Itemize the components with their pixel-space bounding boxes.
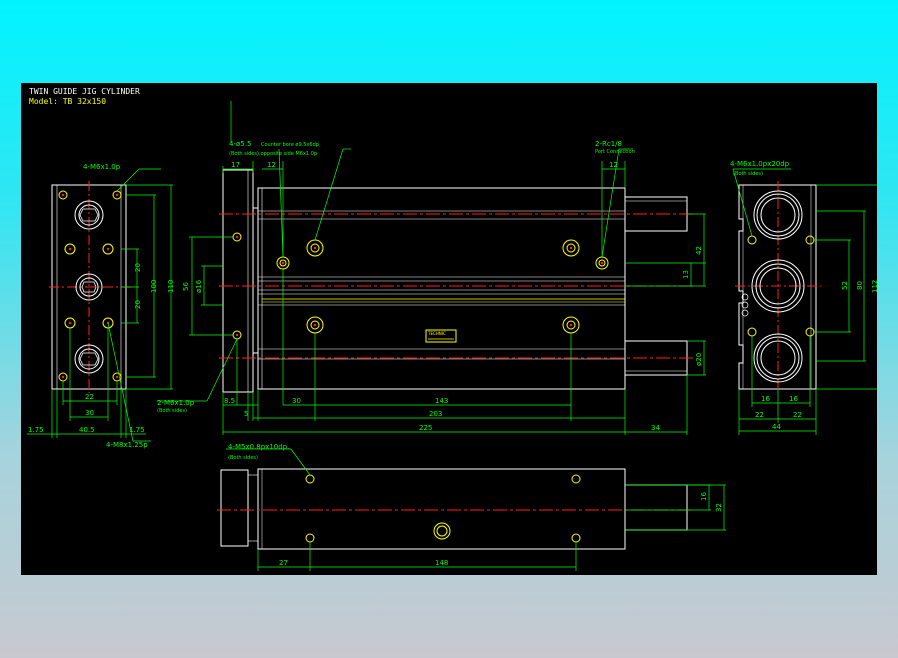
left-dim-lines [27,168,173,442]
left-end-view: 4-M6x1.0p 4-M8x1.25p 20 20 100 110 22 30… [27,163,175,449]
left-dim-1-75-left: 1.75 [28,426,44,434]
left-dim-20b: 20 [134,300,142,309]
left-dim-30: 30 [85,409,94,417]
right-dim-22b: 22 [793,411,802,419]
front-nameplate-text: TECHNIC [427,331,446,336]
bottom-holes [305,474,581,543]
right-dim-52: 52 [841,281,849,290]
cad-drawing-canvas: TWIN GUIDE JIG CYLINDER Model: TB 32x150 [21,83,877,575]
front-dim-34: 34 [651,424,660,432]
left-callout-top: 4-M6x1.0p [83,163,121,171]
right-callout: 4-M6x1.0px20dp [730,160,790,168]
right-dim-22a: 22 [755,411,764,419]
front-dim-12a: 12 [267,161,276,169]
front-dim-8-5: 8.5 [224,397,235,405]
front-side-view: TECHNIC 4-ø5.5 Counter bore ø9.5x6dp (Bo… [157,101,706,435]
front-callout-port: 2-Rc1/8 [595,140,622,148]
left-dim-40-5: 40.5 [79,426,95,434]
bottom-dim-27: 27 [279,559,288,567]
front-dim-56: 56 [182,282,190,291]
bottom-dim-148: 148 [435,559,448,567]
bottom-end-cap [220,469,249,547]
front-dim-12b: 12 [609,161,618,169]
bottom-dim-16: 16 [700,492,708,501]
front-callout-cbore-note: Counter bore ø9.5x6dp [261,142,319,148]
right-dim-112: 112 [871,280,877,293]
front-dim-203: 203 [429,410,442,418]
left-dim-1-75-right: 1.75 [129,426,145,434]
bottom-callout: 4-M5x0.8px10dp. [228,443,289,451]
front-dim-dia16: ø16 [195,279,203,293]
right-callout-note: (Both sides) [733,171,763,177]
left-callout-bottom: 4-M8x1.25p [106,441,148,449]
left-dim-22: 22 [85,393,94,401]
front-dim-42: 42 [695,246,703,255]
left-lower-bore [74,344,104,374]
right-dim-16b: 16 [789,395,798,403]
front-dim-5: 5 [244,410,248,418]
right-dim-16a: 16 [761,395,770,403]
front-body-lines [258,188,625,389]
left-dim-100: 100 [150,280,158,293]
bottom-callout-note: (Both sides) [228,455,258,461]
front-callout-cbore: 4-ø5.5 [229,140,251,148]
right-dim-80: 80 [856,281,864,290]
front-dim-17: 17 [231,161,240,169]
front-dim-30: 30 [292,397,301,405]
left-tapped-holes [58,190,122,382]
right-end-view: 4-M6x1.0px20dp (Both sides) 52 80 112 16… [730,160,877,435]
left-dim-110: 110 [167,280,175,293]
front-callout-port-note: Port Connection [595,149,635,155]
right-dim-44: 44 [772,423,781,431]
bottom-plan-view: 4-M5x0.8px10dp. (Both sides) 16 32 27 14… [217,443,726,571]
front-dim-13: 13 [682,270,690,279]
front-callout-side-note: (Both sides) [157,408,187,414]
bottom-rod [624,484,688,531]
front-callout-cbore-note2: (Both sides),opposite side M6x1.0p [229,151,317,157]
front-dim-143: 143 [435,397,448,405]
bottom-dim-32: 32 [715,503,723,512]
left-dim-20a: 20 [134,263,142,272]
front-dim-dia20: ø20 [695,353,703,366]
technical-drawing: 4-M6x1.0p 4-M8x1.25p 20 20 100 110 22 30… [27,101,877,571]
front-dim-225: 225 [419,424,432,432]
left-upper-bore [74,200,104,230]
front-callout-side: 2-M6x1.0p [157,399,195,407]
